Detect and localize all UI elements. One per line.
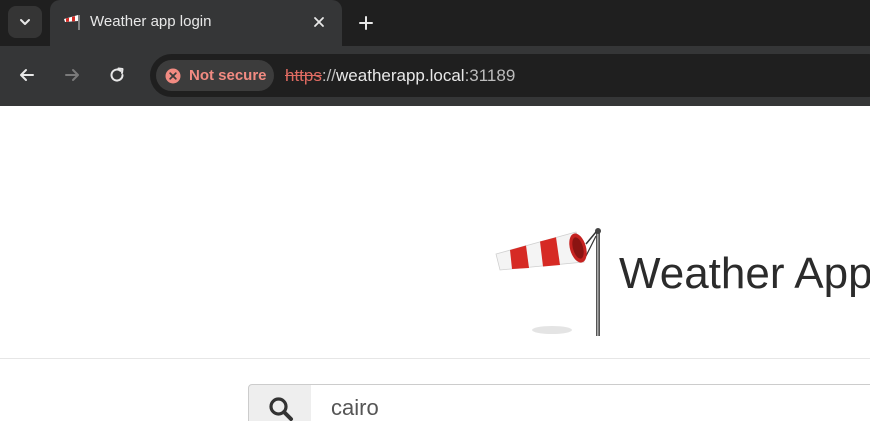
security-indicator[interactable]: Not secure bbox=[156, 60, 274, 91]
search-addon bbox=[248, 384, 313, 421]
windsock-icon bbox=[495, 228, 601, 336]
tab-search-button[interactable] bbox=[8, 6, 42, 38]
url-scheme: https bbox=[285, 66, 322, 85]
tab-strip: Weather app login bbox=[0, 0, 870, 46]
url-host: weatherapp.local bbox=[336, 66, 465, 85]
tab-title: Weather app login bbox=[90, 13, 212, 30]
url-port: :31189 bbox=[464, 66, 516, 85]
back-button[interactable] bbox=[12, 60, 42, 90]
city-search-group bbox=[248, 384, 870, 421]
browser-chrome: Weather app login Not secure https://wea… bbox=[0, 0, 870, 106]
windsock-icon bbox=[64, 15, 80, 30]
tab-weather-app-login[interactable]: Weather app login bbox=[50, 0, 342, 46]
arrow-left-icon bbox=[20, 69, 34, 81]
reload-button[interactable] bbox=[102, 60, 132, 90]
url-text[interactable]: https://weatherapp.local:31189 bbox=[285, 66, 515, 86]
forward-button[interactable] bbox=[57, 60, 87, 90]
address-bar[interactable]: Not secure https://weatherapp.local:3118… bbox=[150, 54, 870, 97]
header-divider bbox=[0, 358, 870, 359]
browser-toolbar: Not secure https://weatherapp.local:3118… bbox=[0, 46, 870, 106]
tab-close-button[interactable] bbox=[308, 11, 330, 33]
page-title: Weather App bbox=[619, 249, 870, 298]
url-separator: :// bbox=[321, 66, 337, 85]
chevron-down-icon bbox=[20, 19, 30, 25]
reload-icon bbox=[110, 67, 124, 82]
new-tab-button[interactable] bbox=[352, 9, 380, 37]
page-content: Weather App bbox=[0, 106, 870, 421]
arrow-right-icon bbox=[65, 69, 79, 81]
search-icon bbox=[268, 397, 293, 421]
city-search-input[interactable] bbox=[311, 384, 870, 421]
close-icon bbox=[314, 17, 324, 27]
security-label: Not secure bbox=[189, 67, 267, 84]
not-secure-icon bbox=[165, 68, 181, 84]
plus-icon bbox=[359, 16, 373, 30]
